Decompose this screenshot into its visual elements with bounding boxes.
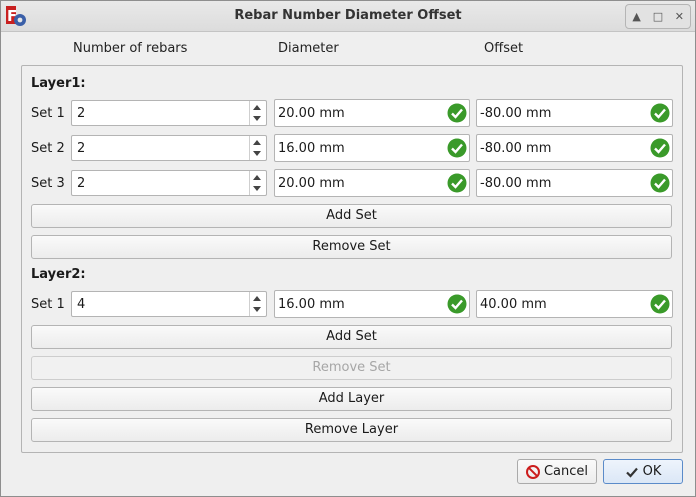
number-of-rebars-spinbox[interactable]: 2 (71, 135, 267, 161)
set-label: Set 1 (31, 297, 65, 312)
no-entry-icon (525, 464, 540, 479)
diameter-value: 16.00 mm (278, 141, 345, 156)
spinbox-value: 2 (77, 176, 86, 191)
offset-value: -80.00 mm (480, 176, 552, 191)
valid-check-icon (447, 173, 467, 193)
offset-field[interactable]: -80.00 mm (476, 99, 673, 127)
diameter-field[interactable]: 16.00 mm (274, 290, 470, 318)
window-title: Rebar Number Diameter Offset (234, 8, 462, 23)
ok-button[interactable]: OK (603, 459, 683, 484)
valid-check-icon (650, 173, 670, 193)
diameter-value: 20.00 mm (278, 106, 345, 121)
remove-set-button[interactable]: Remove Set (31, 235, 672, 259)
layer-title: Layer1: (31, 76, 86, 91)
valid-check-icon (650, 138, 670, 158)
remove-set-button: Remove Set (31, 356, 672, 380)
spin-arrows[interactable] (249, 171, 266, 195)
diameter-value: 20.00 mm (278, 176, 345, 191)
offset-value: -80.00 mm (480, 106, 552, 121)
spin-arrows[interactable] (249, 136, 266, 160)
spin-arrows[interactable] (249, 292, 266, 316)
set-label: Set 1 (31, 106, 65, 121)
up-arrow-icon[interactable]: ▲ (626, 5, 647, 28)
offset-value: -80.00 mm (480, 141, 552, 156)
close-icon[interactable]: ✕ (669, 5, 690, 28)
spinbox-value: 2 (77, 141, 86, 156)
diameter-field[interactable]: 16.00 mm (274, 134, 470, 162)
cancel-label: Cancel (543, 464, 589, 479)
column-header-offset: Offset (484, 41, 524, 56)
add-set-button[interactable]: Add Set (31, 325, 672, 349)
ok-label: OK (642, 464, 662, 479)
window-controls: ▲ □ ✕ (625, 4, 691, 29)
valid-check-icon (447, 103, 467, 123)
valid-check-icon (650, 294, 670, 314)
add-set-button[interactable]: Add Set (31, 204, 672, 228)
offset-field[interactable]: -80.00 mm (476, 134, 673, 162)
offset-field[interactable]: -80.00 mm (476, 169, 673, 197)
valid-check-icon (447, 138, 467, 158)
cancel-button[interactable]: Cancel (517, 459, 597, 484)
title-bar[interactable]: F Rebar Number Diameter Offset ▲ □ ✕ (1, 1, 695, 32)
spinbox-value: 4 (77, 297, 86, 312)
dialog-window: F Rebar Number Diameter Offset ▲ □ ✕ Num… (0, 0, 696, 497)
checkmark-icon (625, 467, 638, 478)
offset-value: 40.00 mm (480, 297, 547, 312)
valid-check-icon (447, 294, 467, 314)
spin-arrows[interactable] (249, 101, 266, 125)
spinbox-value: 2 (77, 106, 86, 121)
set-label: Set 3 (31, 176, 65, 191)
number-of-rebars-spinbox[interactable]: 2 (71, 170, 267, 196)
set-label: Set 2 (31, 141, 65, 156)
diameter-field[interactable]: 20.00 mm (274, 99, 470, 127)
valid-check-icon (650, 103, 670, 123)
column-header-diameter: Diameter (278, 41, 339, 56)
offset-field[interactable]: 40.00 mm (476, 290, 673, 318)
number-of-rebars-spinbox[interactable]: 2 (71, 100, 267, 126)
column-header-number: Number of rebars (73, 41, 188, 56)
number-of-rebars-spinbox[interactable]: 4 (71, 291, 267, 317)
add-layer-button[interactable]: Add Layer (31, 387, 672, 411)
diameter-value: 16.00 mm (278, 297, 345, 312)
diameter-field[interactable]: 20.00 mm (274, 169, 470, 197)
layer-title: Layer2: (31, 267, 86, 282)
remove-layer-button[interactable]: Remove Layer (31, 418, 672, 442)
restore-icon[interactable]: □ (647, 5, 668, 28)
